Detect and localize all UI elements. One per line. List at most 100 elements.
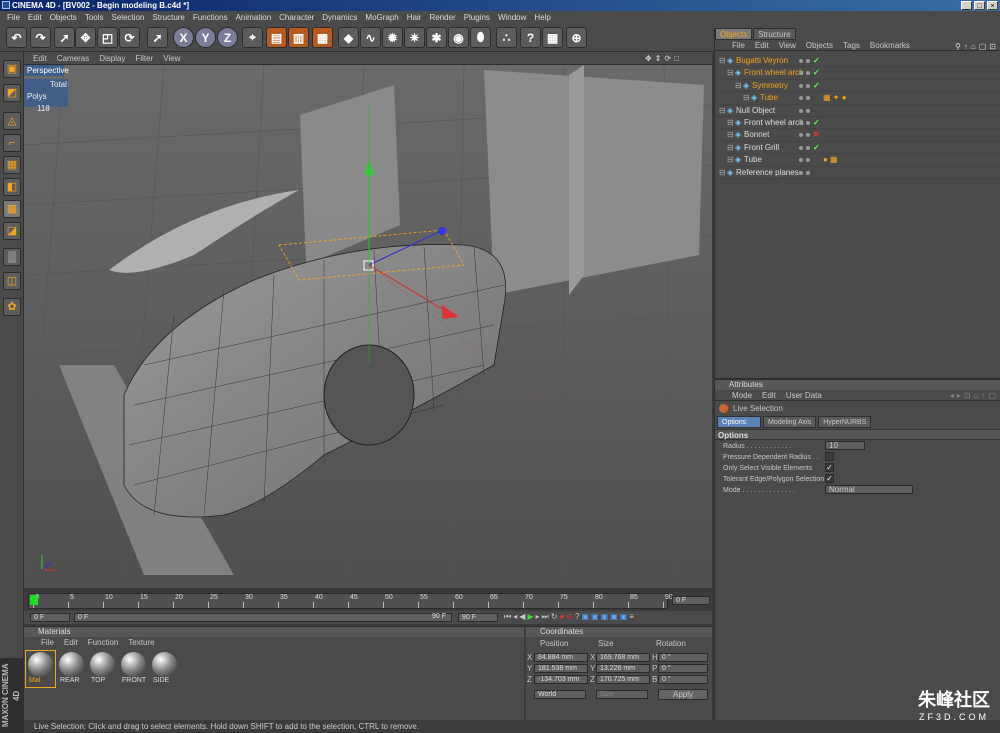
menu-objects[interactable]: Objects	[46, 11, 81, 24]
render-visibility-dot[interactable]	[806, 133, 810, 138]
visibility-dots[interactable]	[799, 105, 810, 113]
new-view-icon[interactable]: ▢	[979, 42, 987, 51]
recent-tool-icon[interactable]: ➚	[147, 27, 168, 48]
viewport-menu-edit[interactable]: Edit	[28, 52, 52, 64]
rotation-key-icon[interactable]: ▣	[601, 612, 609, 622]
pla-key-icon[interactable]: ▣	[620, 612, 628, 622]
material-swatch[interactable]: Mat	[25, 650, 56, 688]
help-icon[interactable]: ?	[520, 27, 541, 48]
object-name[interactable]: Front Grill	[744, 142, 779, 154]
forward-arrow-icon[interactable]: ▸	[957, 391, 961, 400]
checker-icon[interactable]: ▒	[3, 248, 21, 266]
current-frame-field[interactable]: 0 F	[672, 596, 710, 605]
visibility-dots[interactable]	[799, 167, 810, 175]
visibility-dots[interactable]	[799, 55, 810, 63]
material-swatch[interactable]: TOP	[88, 651, 117, 687]
expand-icon[interactable]: ⊟	[727, 154, 734, 166]
y-axis-icon[interactable]: Y	[195, 27, 216, 48]
uv-mode-icon[interactable]: ◪	[3, 222, 21, 240]
attr-tab-options[interactable]: Options	[717, 416, 761, 428]
object-name[interactable]: Symmetry	[752, 80, 788, 92]
menu-animation[interactable]: Animation	[232, 11, 276, 24]
move-icon[interactable]: ✥	[75, 27, 96, 48]
materials-menu-file[interactable]: File	[36, 637, 59, 648]
menu-render[interactable]: Render	[425, 11, 459, 24]
prev-frame-icon[interactable]: ◂	[513, 612, 517, 622]
undo-icon[interactable]: ↶	[6, 27, 27, 48]
object-menu-edit[interactable]: Edit	[750, 40, 774, 50]
expand-icon[interactable]: ⊟	[719, 55, 726, 67]
lock-icon[interactable]: ⊡	[964, 391, 971, 400]
enable-check-icon[interactable]: ✕	[813, 129, 820, 141]
object-name[interactable]: Null Object	[736, 105, 775, 117]
menu-selection[interactable]: Selection	[108, 11, 149, 24]
play-back-icon[interactable]: ◀	[519, 612, 525, 622]
expand-icon[interactable]: ⊟	[727, 67, 734, 79]
expand-icon[interactable]: ⊟	[719, 105, 726, 117]
start-frame-field[interactable]: 0 F	[30, 613, 70, 622]
camera-icon[interactable]: ∴	[496, 27, 517, 48]
expand-icon[interactable]: ⊟	[719, 167, 726, 179]
viewport-menu-cameras[interactable]: Cameras	[52, 52, 94, 64]
z-axis-arrow[interactable]	[438, 227, 446, 235]
record-icon[interactable]: ●	[559, 612, 564, 622]
materials-menu-texture[interactable]: Texture	[123, 637, 159, 648]
visibility-dots[interactable]	[799, 129, 810, 138]
rotation-field[interactable]: 0 °	[658, 653, 708, 662]
redo-icon[interactable]: ↷	[30, 27, 51, 48]
x-axis-icon[interactable]: X	[173, 27, 194, 48]
object-row[interactable]: ⊟ ◈ Bugatti Veyron ✓	[715, 55, 1000, 68]
close-button[interactable]: ×	[987, 1, 998, 10]
object-menu-tags[interactable]: Tags	[838, 40, 865, 50]
editor-visibility-dot[interactable]	[799, 170, 803, 175]
object-row[interactable]: ⊟ ◈ Bonnet ✕	[715, 129, 1000, 142]
apply-button[interactable]: Apply	[658, 689, 708, 700]
render-picture-viewer-icon[interactable]: ▥	[288, 27, 309, 48]
menu-edit[interactable]: Edit	[24, 11, 46, 24]
arrow-up-icon[interactable]: ↑	[964, 42, 968, 51]
object-row[interactable]: ⊟ ◈ Front wheel arch ✓	[715, 117, 1000, 130]
object-name[interactable]: Tube	[744, 154, 762, 166]
play-icon[interactable]: ▶	[527, 612, 533, 622]
object-row[interactable]: ⊟ ◈ Tube ● ▦	[715, 154, 1000, 167]
object-menu-objects[interactable]: Objects	[801, 40, 838, 50]
editor-visibility-dot[interactable]	[799, 133, 803, 138]
up-icon[interactable]: ↑	[981, 391, 985, 400]
editor-visibility-dot[interactable]	[799, 59, 803, 63]
render-view-icon[interactable]: ▤	[266, 27, 287, 48]
time-slider-marker[interactable]	[30, 595, 38, 605]
maximize-button[interactable]: □	[974, 1, 985, 10]
sculpt-icon[interactable]: ✿	[3, 298, 21, 316]
scene-icon[interactable]: ◉	[448, 27, 469, 48]
polygon-mode-icon[interactable]: ◧	[3, 178, 21, 196]
position-field[interactable]: -134.703 mm	[534, 675, 588, 684]
nurbs-icon[interactable]: ✹	[382, 27, 403, 48]
coordinate-mode-select[interactable]: World	[534, 690, 586, 699]
menu-tools[interactable]: Tools	[81, 11, 108, 24]
visibility-dots[interactable]	[799, 80, 810, 88]
attribute-checkbox[interactable]: ✓	[825, 463, 834, 472]
object-name[interactable]: Front wheel arch	[744, 67, 804, 79]
render-visibility-dot[interactable]	[806, 120, 810, 125]
array-icon[interactable]: ✷	[404, 27, 425, 48]
z-axis-icon[interactable]: Z	[217, 27, 238, 48]
menu-character[interactable]: Character	[275, 11, 318, 24]
enable-check-icon[interactable]: ✓	[813, 80, 820, 92]
live-selection-icon[interactable]: ➚	[54, 27, 75, 48]
minimize-button[interactable]: _	[961, 1, 972, 10]
editor-visibility-dot[interactable]	[799, 71, 803, 76]
render-visibility-dot[interactable]	[806, 158, 810, 163]
expand-icon[interactable]: ⊟	[727, 117, 734, 129]
enable-check-icon[interactable]: ✓	[813, 67, 820, 79]
object-row[interactable]: ⊟ ◈ Reference planes	[715, 167, 1000, 179]
render-visibility-dot[interactable]	[806, 59, 810, 63]
new-attr-icon[interactable]: ▢	[988, 391, 996, 400]
position-field[interactable]: 181.538 mm	[534, 664, 588, 673]
menu-plugins[interactable]: Plugins	[460, 11, 494, 24]
object-menu-file[interactable]: File	[727, 40, 750, 50]
key-icon[interactable]: ?	[575, 612, 579, 622]
visibility-dots[interactable]	[799, 67, 810, 76]
editor-visibility-dot[interactable]	[799, 108, 803, 113]
orbit-icon[interactable]: ⟳	[664, 52, 671, 65]
object-name[interactable]: Bonnet	[744, 129, 769, 141]
